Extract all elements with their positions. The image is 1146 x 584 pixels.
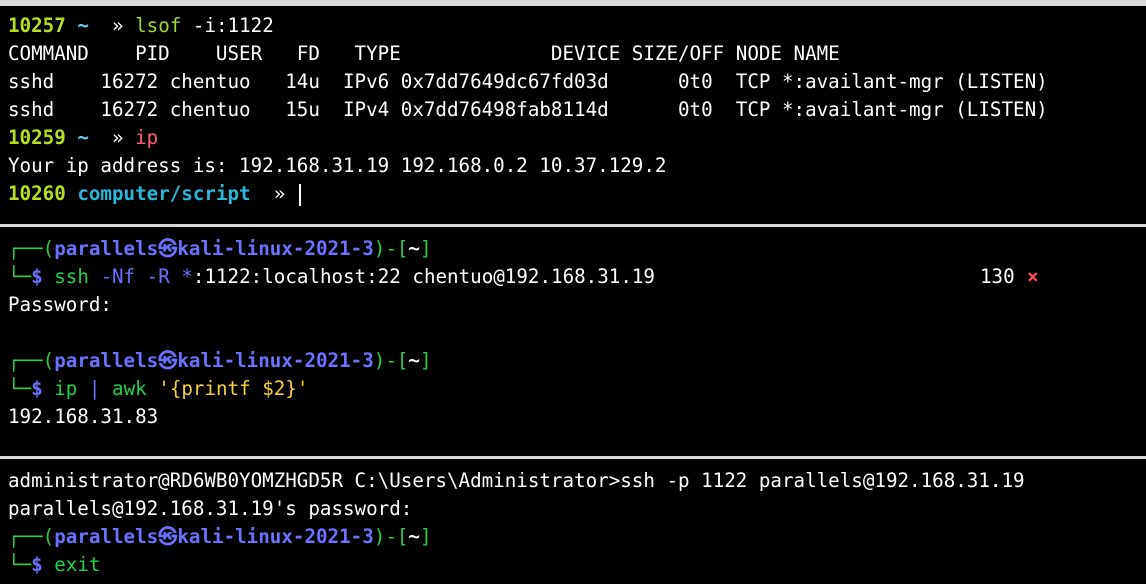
prompt-dir: ~ <box>408 237 420 260</box>
prompt-line-10259: 10259 ~ » ip <box>8 124 158 152</box>
prompt-dollar: $ <box>31 377 43 400</box>
command-option: -R <box>146 265 170 288</box>
prompt-line-10260[interactable]: 10260 computer/script » <box>8 180 301 208</box>
prompt-corner: └─ <box>8 377 32 400</box>
command-brace: { <box>169 377 182 400</box>
prompt-bracket: ┌──( <box>8 525 55 548</box>
kali-command-line: └─$ ssh -Nf -R *:1122:localhost:22 chent… <box>8 263 655 291</box>
prompt-bracket: ] <box>419 349 432 372</box>
kali-prompt-top: ┌──(parallels㉿kali-linux-2021-3)-[~] <box>8 347 432 375</box>
prompt-user-host: parallels㉿kali-linux-2021-3 <box>54 349 374 372</box>
command-output: 192.168.31.83 <box>8 405 159 428</box>
prompt-bracket: )-[ <box>373 525 409 548</box>
prompt-user-host: parallels㉿kali-linux-2021-3 <box>54 525 374 548</box>
prompt-bracket: ┌──( <box>8 349 55 372</box>
prompt-bracket: ] <box>419 237 432 260</box>
prompt-arrow: » <box>112 14 124 37</box>
command-glob: * <box>181 265 193 288</box>
command-quote: ' <box>296 377 309 400</box>
command: exit <box>54 553 101 576</box>
command-string: printf $2 <box>181 377 286 400</box>
kali-prompt-top: ┌──(parallels㉿kali-linux-2021-3)-[~] <box>8 235 432 263</box>
lsof-row: sshd 16272 chentuo 14u IPv6 0x7dd7649dc6… <box>8 70 1048 93</box>
command-args: -i:1122 <box>192 14 274 37</box>
lsof-table-header: COMMAND PID USER FD TYPE DEVICE SIZE/OFF… <box>8 42 840 65</box>
prompt-dir: ~ <box>408 349 420 372</box>
prompt-corner: └─ <box>8 553 32 576</box>
command-pipe: | <box>88 377 101 400</box>
prompt-dollar: $ <box>31 265 43 288</box>
prompt-line-10257: 10257 ~ » lsof -i:1122 <box>8 12 274 40</box>
prompt-user-host: parallels㉿kali-linux-2021-3 <box>54 237 374 260</box>
prompt-corner: └─ <box>8 265 32 288</box>
cwd: ~ <box>77 126 89 149</box>
window-top-strip <box>0 0 1146 6</box>
terminal-pane-macos[interactable]: 10257 ~ » lsof -i:1122 COMMAND PID USER … <box>0 8 1146 222</box>
error-x-icon: × <box>1027 265 1039 288</box>
terminal-pane-kali[interactable]: ┌──(parallels㉿kali-linux-2021-3)-[~] └─$… <box>0 233 1146 455</box>
pane-divider[interactable] <box>0 224 1146 227</box>
exit-status-code: 130 <box>980 265 1015 288</box>
prompt-bracket: ┌──( <box>8 237 55 260</box>
prompt-bracket: )-[ <box>373 349 409 372</box>
command-option: -Nf <box>100 265 136 288</box>
prompt-bracket: ] <box>419 525 432 548</box>
prompt-dir: ~ <box>408 525 420 548</box>
terminal-pane-windows[interactable]: administrator@RD6WB0YOMZHGD5R C:\Users\A… <box>0 463 1146 584</box>
command-brace: } <box>285 377 297 400</box>
kali-command-line: └─$ exit <box>8 551 100 579</box>
command: ip <box>54 377 78 400</box>
kali-prompt-top: ┌──(parallels㉿kali-linux-2021-3)-[~] <box>8 523 432 551</box>
command: ssh <box>54 265 89 288</box>
cwd: ~ <box>77 14 89 37</box>
cwd: computer/script <box>77 182 251 205</box>
text-cursor <box>298 183 301 206</box>
ssh-password-prompt: parallels@192.168.31.19's password: <box>8 497 413 520</box>
prompt-bracket: )-[ <box>373 237 409 260</box>
ip-output: Your ip address is: 192.168.31.19 192.16… <box>8 154 667 177</box>
prompt-dollar: $ <box>31 553 43 576</box>
windows-command-line: administrator@RD6WB0YOMZHGD5R C:\Users\A… <box>8 469 1025 492</box>
command-args: :1122:localhost:22 chentuo@192.168.31.19 <box>192 265 655 288</box>
pane-divider[interactable] <box>0 456 1146 459</box>
command-quote: ' <box>158 377 170 400</box>
command: awk <box>112 377 147 400</box>
history-number: 10260 <box>8 182 66 205</box>
command: lsof <box>135 14 182 37</box>
history-number: 10259 <box>8 126 66 149</box>
history-number: 10257 <box>8 14 66 37</box>
kali-command-line: └─$ ip | awk '{printf $2}' <box>8 375 308 403</box>
prompt-arrow: » <box>273 182 286 205</box>
lsof-row: sshd 16272 chentuo 15u IPv4 0x7dd76498fa… <box>8 98 1048 121</box>
prompt-arrow: » <box>112 126 124 149</box>
password-prompt: Password: <box>8 293 112 316</box>
command: ip <box>135 126 159 149</box>
